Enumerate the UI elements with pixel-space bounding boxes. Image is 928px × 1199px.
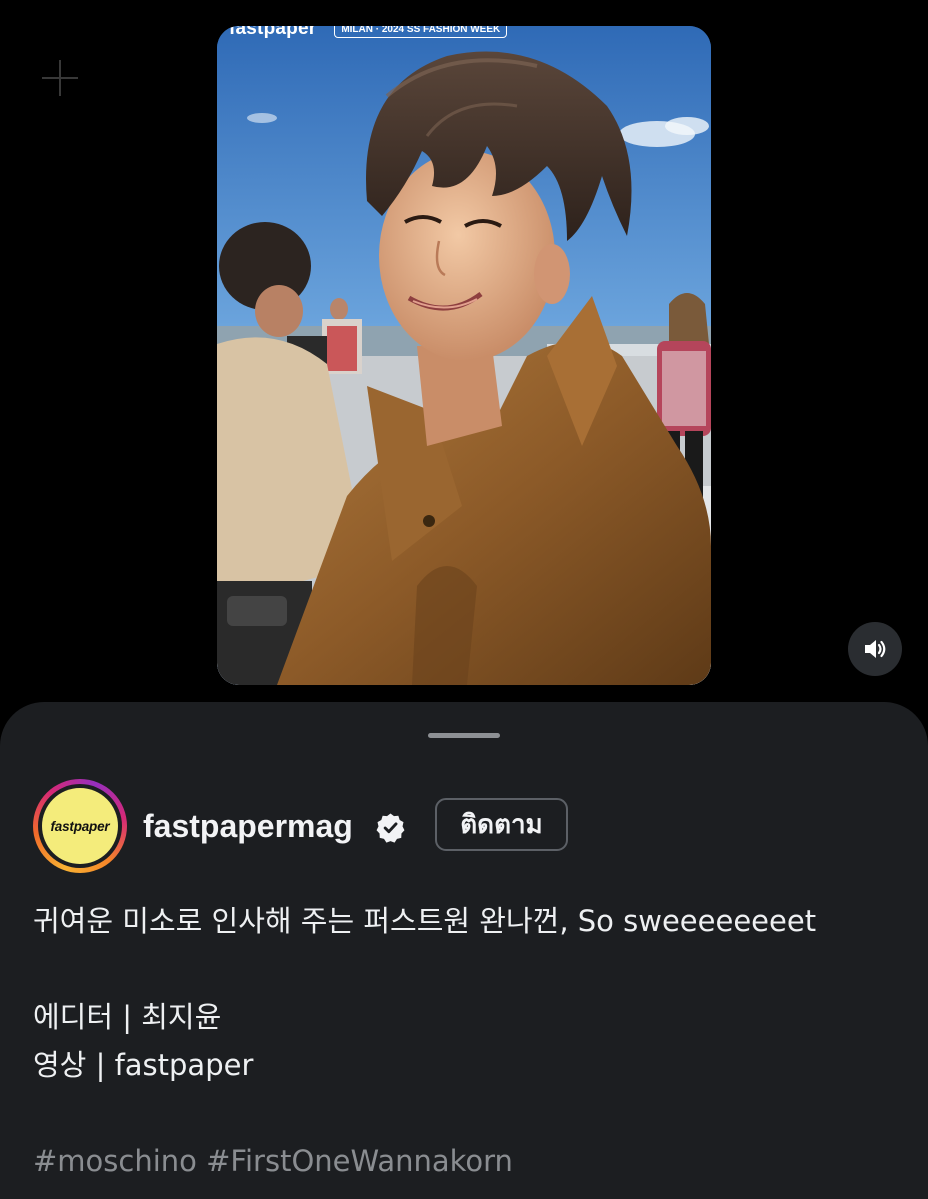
hashtag-link[interactable]: #moschino [33,1144,197,1178]
video-frame-image [217,26,711,685]
caption-video-credit-line: 영상 | fastpaper [33,1048,254,1082]
reel-screen: fastpaper MILAN · 2024 SS FASHION WEEK f… [0,0,928,1199]
sheet-grab-handle[interactable] [428,733,500,738]
avatar-logo: fastpaper [42,788,118,864]
video-watermark: fastpaper MILAN · 2024 SS FASHION WEEK [229,26,508,40]
watermark-brand: fastpaper [229,26,317,39]
speaker-on-icon [865,640,886,658]
caption-text-line: 귀여운 미소로 인사해 주는 퍼스트원 완나껀, So sweeeeeeeet [33,904,817,938]
sound-toggle-button[interactable] [848,622,902,676]
hashtag-row: #moschino #FirstOneWannakorn [33,1137,903,1185]
hashtag-link[interactable]: #FirstOneWannakorn [206,1144,513,1178]
username-link[interactable]: fastpapermag [143,806,353,846]
follow-button[interactable]: ติดตาม [435,798,568,851]
avatar: fastpaper [38,784,122,868]
caption-sheet: fastpaper fastpapermag ติดตาม 귀여운 미소로 인사… [0,702,928,1199]
avatar-story-ring[interactable]: fastpaper [33,779,127,873]
video-player[interactable]: fastpaper MILAN · 2024 SS FASHION WEEK [217,26,711,685]
post-caption: 귀여운 미소로 인사해 주는 퍼스트원 완나껀, So sweeeeeeeet … [33,897,903,1185]
watermark-badge: MILAN · 2024 SS FASHION WEEK [334,26,508,38]
plus-icon[interactable] [40,58,80,98]
verified-badge-icon [376,813,405,843]
caption-editor-line: 에디터 | 최지윤 [33,1000,222,1034]
